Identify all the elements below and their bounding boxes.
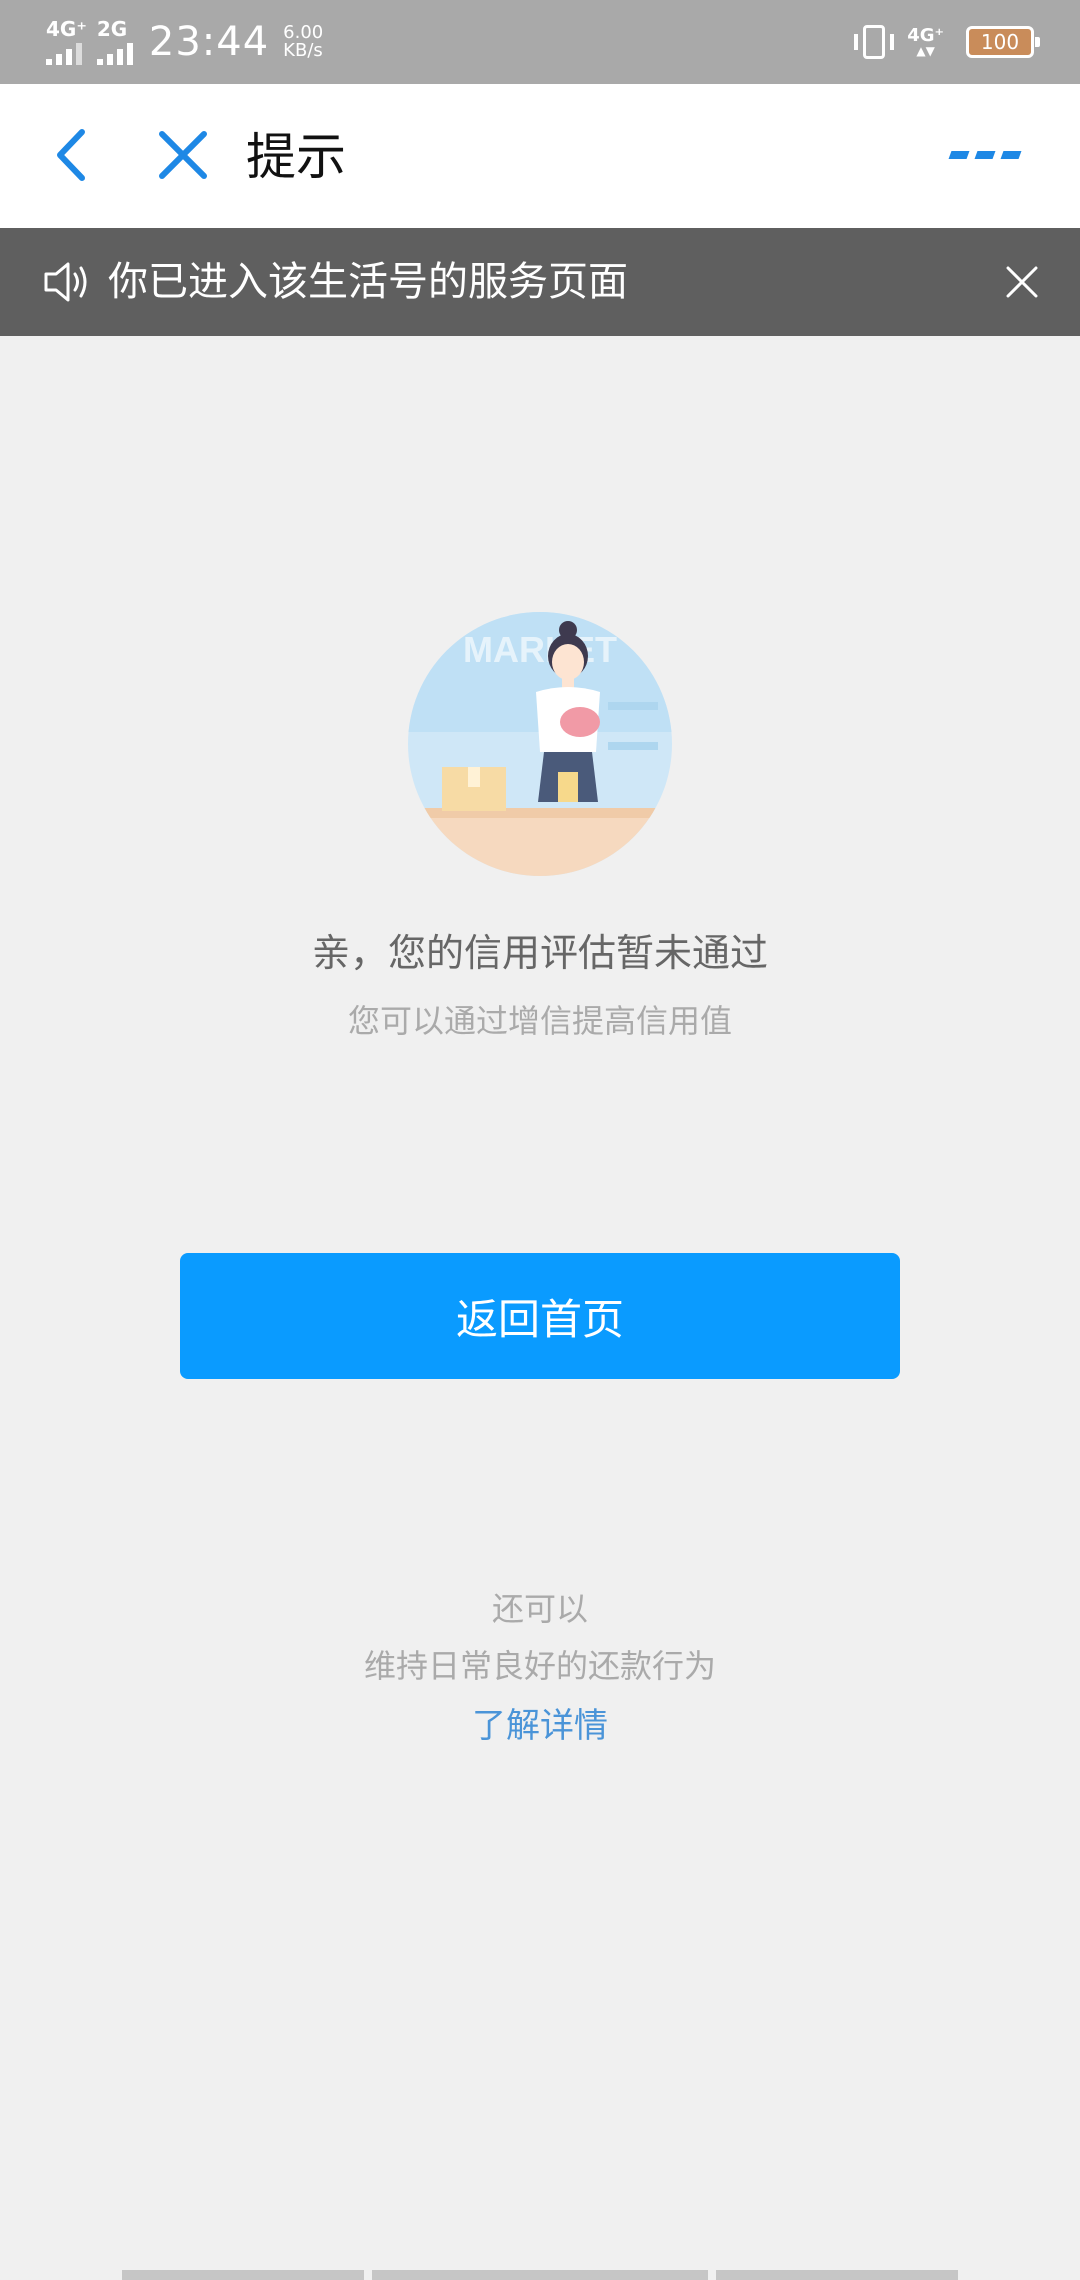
vibrate-icon <box>854 25 895 59</box>
status-left: 4G⁺ 2G 23:44 6.00 KB/s <box>46 14 323 70</box>
close-icon[interactable] <box>1002 262 1042 302</box>
market-sign: MARKET <box>463 629 617 670</box>
learn-more-link[interactable]: 了解详情 <box>0 1698 1080 1747</box>
signal-sim1: 4G⁺ <box>46 19 87 65</box>
data-arrows-icon: ▲▼ <box>916 44 935 58</box>
nav-bar: 提示 <box>0 84 1080 228</box>
notice-text: 你已进入该生活号的服务页面 <box>108 259 628 305</box>
tip-heading: 还可以 <box>491 1590 588 1628</box>
back-button[interactable] <box>40 120 110 190</box>
network-speed: 6.00 KB/s <box>283 24 323 60</box>
status-right: 4G⁺ ▲▼ 100 <box>854 18 1040 66</box>
speaker-icon <box>44 262 87 302</box>
bottom-tab-indicator <box>0 2270 1080 2280</box>
network-type-1: 4G⁺ <box>46 17 87 41</box>
network-type-3: 4G⁺ ▲▼ <box>907 25 944 58</box>
network-type-2: 2G <box>96 17 128 41</box>
battery-level: 100 <box>980 30 1020 54</box>
network-type-3-label: 4G⁺ <box>907 25 944 46</box>
page-title: 提示 <box>246 128 346 186</box>
close-button[interactable] <box>148 120 218 190</box>
battery-icon: 100 <box>966 26 1040 58</box>
close-icon <box>159 131 207 179</box>
more-icon <box>948 151 970 159</box>
back-home-button[interactable]: 返回首页 <box>180 1253 900 1379</box>
more-icon-dot <box>1000 151 1022 159</box>
signal-sim2: 2G <box>96 17 133 65</box>
signal-bars-icon <box>46 43 82 65</box>
speed-unit: KB/s <box>283 40 323 61</box>
more-icon-dot <box>974 151 996 159</box>
notice-banner: 你已进入该生活号的服务页面 <box>0 228 1080 336</box>
status-bar: 4G⁺ 2G 23:44 6.00 KB/s 4G⁺ ▲▼ 100 <box>0 0 1080 84</box>
more-button[interactable] <box>948 140 1030 170</box>
tab-indicator-1 <box>122 2270 364 2280</box>
tab-indicator-3 <box>716 2270 958 2280</box>
tip-text: 维持日常良好的还款行为 <box>363 1647 716 1685</box>
market-illustration: MARKET <box>408 612 672 876</box>
result-title: 亲，您的信用评估暂未通过 <box>311 931 768 975</box>
result-subtitle: 您可以通过增信提高信用值 <box>347 1002 732 1040</box>
tab-indicator-2 <box>372 2270 708 2280</box>
chevron-left-icon <box>57 129 85 181</box>
signal-bars-icon <box>96 43 133 65</box>
clock: 23:44 <box>148 19 270 65</box>
